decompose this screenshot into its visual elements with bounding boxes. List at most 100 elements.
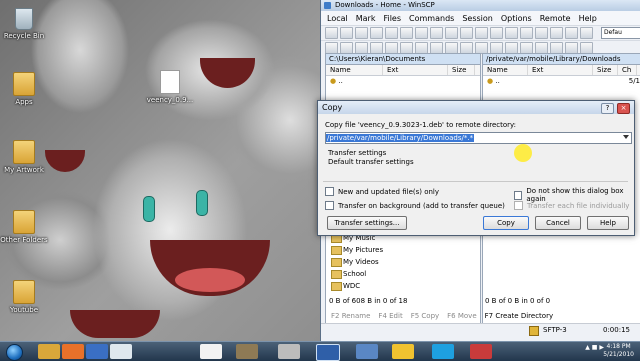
toolbar-button-icon[interactable] (430, 27, 443, 39)
background-transfer-checkbox[interactable]: Transfer on background (add to transfer … (325, 201, 505, 210)
desktop-icon-youtube[interactable]: Youtube (0, 280, 54, 314)
paint-taskbar-icon[interactable] (356, 344, 378, 359)
toolbar-button-icon[interactable] (535, 27, 548, 39)
target-directory-combo[interactable]: /private/var/mobile/Library/Downloads/*.… (325, 132, 632, 144)
gimp-taskbar-icon[interactable] (236, 344, 258, 359)
local-folder-list: My Music My Pictures My Videos School WD… (325, 232, 479, 292)
wallpaper-eye (196, 190, 208, 216)
list-item[interactable]: My Videos (325, 256, 479, 268)
toolbar-button-icon[interactable] (505, 27, 518, 39)
taskbar: ▲ ■ ▶ 4:18 PM 5/21/2010 (0, 341, 640, 361)
list-item[interactable]: WDC (325, 280, 479, 292)
toolbar-button-icon[interactable] (550, 27, 563, 39)
help-button[interactable]: Help (587, 216, 629, 230)
column-name[interactable]: Name (326, 65, 383, 75)
desktop-icon-my-artwork[interactable]: My Artwork (0, 140, 54, 174)
toolbar-button-icon[interactable] (400, 27, 413, 39)
app-taskbar-icon[interactable] (470, 344, 492, 359)
column-changed[interactable]: Ch (618, 65, 637, 75)
desktop-icon-label: My Artwork (4, 166, 44, 174)
skype-taskbar-icon[interactable] (432, 344, 454, 359)
file-row-parent[interactable]: ● .. 5/1 (483, 76, 640, 87)
menu-help[interactable]: Help (579, 14, 597, 23)
window-titlebar[interactable]: Downloads - Home - WinSCP (321, 0, 640, 11)
recycle-bin-icon (15, 8, 33, 30)
menu-files[interactable]: Files (383, 14, 401, 23)
lock-icon (529, 326, 539, 336)
copy-dialog: Copy ? × Copy file 'veency_0.9.3023-1.de… (317, 100, 635, 236)
toolbar-button-icon[interactable] (355, 27, 368, 39)
copy-command[interactable]: F5 Copy (411, 312, 439, 320)
desktop-icon-recycle-bin[interactable]: Recycle Bin (0, 8, 54, 40)
toolbar-button-icon[interactable] (520, 27, 533, 39)
local-path[interactable]: C:\Users\Kieran\Documents (326, 54, 480, 65)
list-item[interactable]: My Pictures (325, 244, 479, 256)
desktop-icon-veency-file[interactable]: veency_0.9... (140, 70, 200, 104)
new-only-checkbox[interactable]: New and updated file(s) only (325, 187, 439, 196)
toolbar-button-icon[interactable] (370, 27, 383, 39)
wallpaper-tongue (175, 268, 245, 292)
edit-command[interactable]: F4 Edit (378, 312, 402, 320)
winscp-taskbar-icon[interactable] (316, 344, 340, 361)
toolbar-button-icon[interactable] (580, 27, 593, 39)
aim-taskbar-icon[interactable] (392, 344, 414, 359)
toolbar-button-icon[interactable] (340, 27, 353, 39)
document-taskbar-icon[interactable] (110, 344, 132, 359)
divider (323, 181, 628, 182)
toolbar-button-icon[interactable] (325, 27, 338, 39)
desktop-icon-apps[interactable]: Apps (0, 72, 54, 106)
transfer-settings-select[interactable]: Defau (601, 27, 640, 39)
desktop-icon-other-folders[interactable]: Other Folders (0, 210, 54, 244)
create-directory-command[interactable]: F7 Create Directory (485, 312, 553, 320)
window-title: Downloads - Home - WinSCP (335, 1, 435, 9)
mouse-cursor-highlight (514, 144, 532, 162)
cancel-button[interactable]: Cancel (535, 216, 581, 230)
toolbar-button-icon[interactable] (415, 27, 428, 39)
menu-options[interactable]: Options (501, 14, 532, 23)
explorer-taskbar-icon[interactable] (38, 344, 60, 359)
word-taskbar-icon[interactable] (86, 344, 108, 359)
column-ext[interactable]: Ext (528, 65, 593, 75)
parent-folder-icon: ● (330, 77, 337, 85)
help-title-button[interactable]: ? (601, 103, 614, 114)
file-changed: 5/1 (628, 77, 640, 85)
vnc-taskbar-icon[interactable] (200, 344, 222, 359)
toolbar-button-icon[interactable] (565, 27, 578, 39)
toolbar-button-icon[interactable] (475, 27, 488, 39)
column-size[interactable]: Size (593, 65, 618, 75)
menu-mark[interactable]: Mark (356, 14, 376, 23)
checkbox-box (514, 190, 523, 200)
chevron-down-icon[interactable] (623, 135, 629, 139)
folder-icon (13, 210, 35, 234)
firefox-taskbar-icon[interactable] (62, 344, 84, 359)
menu-session[interactable]: Session (462, 14, 493, 23)
column-ext[interactable]: Ext (383, 65, 448, 75)
desktop-icon-label: veency_0.9... (146, 96, 194, 104)
file-row-parent[interactable]: ● .. (326, 76, 480, 87)
close-icon[interactable]: × (617, 103, 630, 114)
each-file-checkbox: Transfer each file individually (514, 201, 629, 210)
media-taskbar-icon[interactable] (278, 344, 300, 359)
dialog-titlebar[interactable]: Copy ? × (318, 101, 634, 114)
move-command[interactable]: F6 Move (447, 312, 476, 320)
transfer-settings-heading: Transfer settings (328, 149, 387, 157)
taskbar-clock[interactable]: 4:18 PM 5/21/2010 (603, 343, 634, 359)
toolbar-button-icon[interactable] (385, 27, 398, 39)
column-size[interactable]: Size (448, 65, 475, 75)
protocol-label: SFTP-3 (543, 326, 567, 334)
parent-folder-icon: ● (487, 77, 494, 85)
copy-button[interactable]: Copy (483, 216, 529, 230)
remote-path[interactable]: /private/var/mobile/Library/Downloads (483, 54, 640, 65)
start-button[interactable] (6, 344, 23, 361)
toolbar-button-icon[interactable] (490, 27, 503, 39)
rename-command[interactable]: F2 Rename (331, 312, 370, 320)
menu-local[interactable]: Local (327, 14, 348, 23)
menu-remote[interactable]: Remote (540, 14, 571, 23)
system-tray[interactable]: ▲ ■ ▶ (585, 344, 604, 351)
toolbar-button-icon[interactable] (460, 27, 473, 39)
menu-commands[interactable]: Commands (409, 14, 454, 23)
toolbar-button-icon[interactable] (445, 27, 458, 39)
column-name[interactable]: Name (483, 65, 528, 75)
list-item[interactable]: School (325, 268, 479, 280)
transfer-settings-button[interactable]: Transfer settings... (327, 216, 407, 230)
